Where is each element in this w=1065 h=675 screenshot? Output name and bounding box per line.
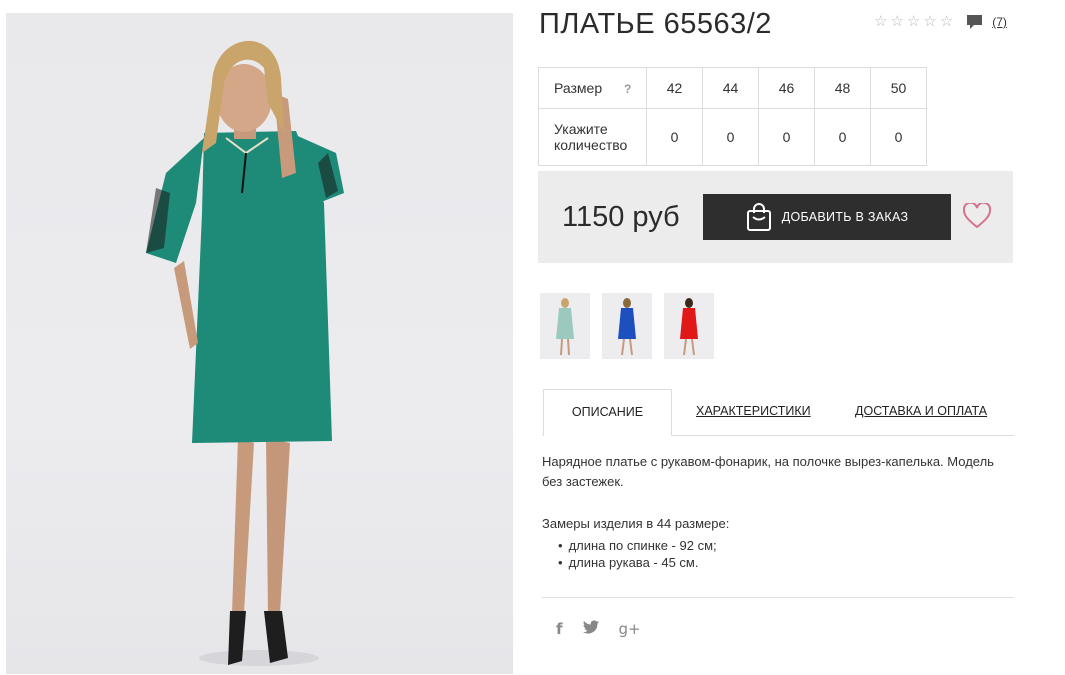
quantity-input-44[interactable]: 0 <box>702 108 759 166</box>
size-option-48[interactable]: 48 <box>814 67 871 109</box>
add-to-order-label: ДОБАВИТЬ В ЗАКАЗ <box>781 210 909 224</box>
product-main-image[interactable] <box>6 13 513 674</box>
size-option-50[interactable]: 50 <box>870 67 927 109</box>
quantity-input-46[interactable]: 0 <box>758 108 815 166</box>
measure-title: Замеры изделия в 44 размере: <box>542 516 730 531</box>
tab-description[interactable]: ОПИСАНИЕ <box>543 389 672 436</box>
google-plus-icon[interactable]: g+ <box>619 620 641 638</box>
measure-item: длина по спинке - 92 см; <box>558 537 717 554</box>
product-tabs: ОПИСАНИЕ ХАРАКТЕРИСТИКИ ДОСТАВКА И ОПЛАТ… <box>542 389 1014 436</box>
thumbnail-mint[interactable] <box>540 293 590 359</box>
size-option-44[interactable]: 44 <box>702 67 759 109</box>
price: 1150 руб <box>562 201 680 233</box>
size-help-icon[interactable]: ? <box>624 82 631 96</box>
star-icon[interactable]: ☆ <box>940 14 953 30</box>
quantity-input-50[interactable]: 0 <box>870 108 927 166</box>
size-label: Размер <box>554 80 603 96</box>
rating: ☆ ☆ ☆ ☆ ☆ (7) <box>874 14 1007 30</box>
model-illustration <box>146 40 344 666</box>
color-thumbnails <box>540 293 714 359</box>
star-icon[interactable]: ☆ <box>874 14 887 30</box>
quantity-label-line1: Укажите <box>554 121 608 137</box>
quantity-label-cell: Укажите количество <box>538 108 647 166</box>
divider <box>542 597 1014 598</box>
comment-icon[interactable] <box>966 14 983 30</box>
star-icon[interactable]: ☆ <box>890 14 903 30</box>
twitter-icon[interactable] <box>582 620 599 638</box>
social-share: f g+ <box>556 620 641 638</box>
add-to-order-button[interactable]: ДОБАВИТЬ В ЗАКАЗ <box>703 194 951 240</box>
description-text: Нарядное платье с рукавом-фонарик, на по… <box>542 454 994 489</box>
quantity-input-48[interactable]: 0 <box>814 108 871 166</box>
thumbnail-red[interactable] <box>664 293 714 359</box>
thumbnail-blue[interactable] <box>602 293 652 359</box>
measure-item: длина рукава - 45 см. <box>558 554 717 571</box>
tab-characteristics[interactable]: ХАРАКТЕРИСТИКИ <box>696 389 811 434</box>
rating-stars[interactable]: ☆ ☆ ☆ ☆ ☆ <box>874 14 953 30</box>
shopping-bag-icon <box>746 203 771 231</box>
star-icon[interactable]: ☆ <box>923 14 936 30</box>
size-option-46[interactable]: 46 <box>758 67 815 109</box>
quantity-label-line2: количество <box>554 137 628 153</box>
star-icon[interactable]: ☆ <box>907 14 920 30</box>
size-row: Размер ? 42 44 46 48 50 <box>538 67 927 109</box>
review-count-link[interactable]: (7) <box>992 15 1007 29</box>
buy-box: 1150 руб ДОБАВИТЬ В ЗАКАЗ <box>538 171 1013 263</box>
size-option-42[interactable]: 42 <box>646 67 703 109</box>
wishlist-heart-icon[interactable] <box>962 201 992 234</box>
tab-delivery[interactable]: ДОСТАВКА И ОПЛАТА <box>855 389 987 434</box>
product-title: ПЛАТЬЕ 65563/2 <box>539 8 772 40</box>
facebook-icon[interactable]: f <box>556 620 563 638</box>
quantity-row: Укажите количество 0 0 0 0 0 <box>538 108 927 166</box>
measure-list: длина по спинке - 92 см; длина рукава - … <box>558 537 717 571</box>
size-quantity-table: Размер ? 42 44 46 48 50 Укажите количест… <box>538 67 927 166</box>
quantity-input-42[interactable]: 0 <box>646 108 703 166</box>
size-label-cell: Размер ? <box>538 67 647 109</box>
